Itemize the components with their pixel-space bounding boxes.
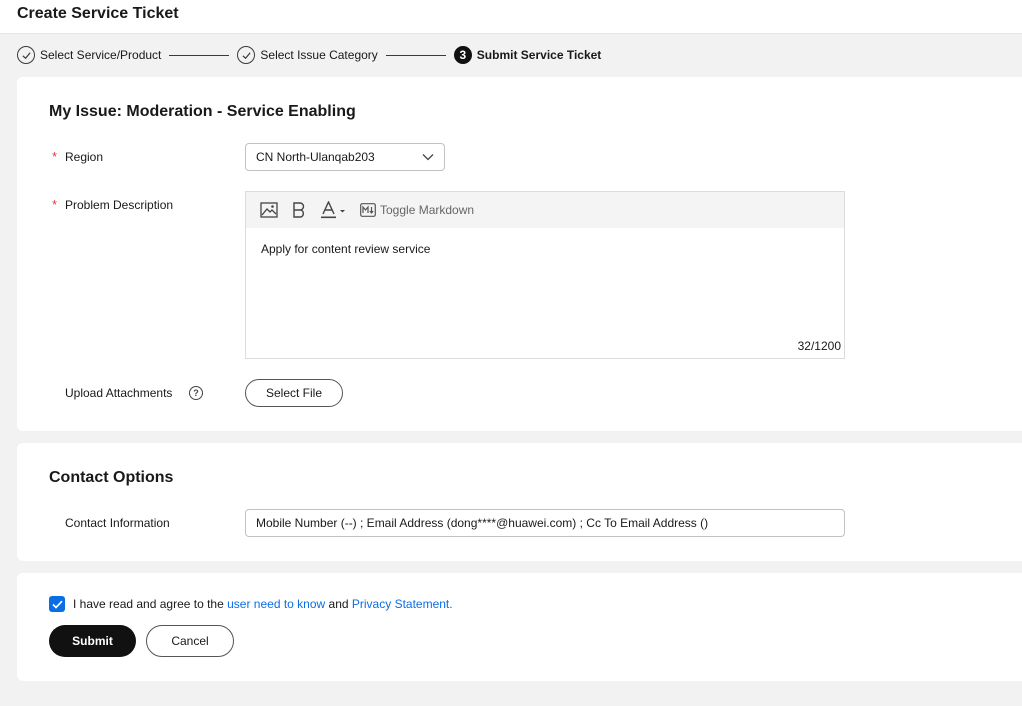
stepper: Select Service/Product Select Issue Cate… bbox=[17, 44, 601, 66]
issue-title: My Issue: Moderation - Service Enabling bbox=[49, 103, 356, 120]
agreement-text: I have read and agree to the user need t… bbox=[73, 597, 453, 611]
required-mark: * bbox=[52, 197, 58, 212]
contact-information-label: Contact Information bbox=[65, 516, 170, 530]
contact-information-field[interactable]: Mobile Number (--) ; Email Address (dong… bbox=[245, 509, 845, 537]
bold-icon[interactable] bbox=[292, 202, 306, 218]
region-value: CN North-Ulanqab203 bbox=[256, 150, 375, 164]
required-mark: * bbox=[52, 149, 58, 164]
region-label: Region bbox=[65, 150, 104, 164]
agreement-prefix: I have read and agree to the bbox=[73, 597, 228, 611]
step-label: Select Issue Category bbox=[260, 48, 378, 62]
image-icon[interactable] bbox=[260, 202, 278, 218]
description-text[interactable]: Apply for content review service bbox=[261, 242, 430, 256]
region-select[interactable]: CN North-Ulanqab203 bbox=[245, 143, 445, 171]
agree-checkbox[interactable] bbox=[49, 596, 65, 612]
step-select-service[interactable]: Select Service/Product bbox=[17, 46, 161, 64]
contact-title: Contact Options bbox=[49, 469, 174, 486]
problem-description-label: Problem Description bbox=[65, 198, 174, 212]
contact-card: Contact Options Contact Information Mobi… bbox=[17, 443, 1022, 561]
toggle-markdown-label: Toggle Markdown bbox=[380, 203, 475, 217]
step-connector bbox=[385, 54, 446, 56]
description-editor: Toggle Markdown Apply for content review… bbox=[245, 191, 845, 359]
issue-card: My Issue: Moderation - Service Enabling … bbox=[17, 77, 1022, 431]
check-circle-icon bbox=[237, 46, 256, 64]
help-icon[interactable]: ? bbox=[189, 386, 203, 400]
step-label: Select Service/Product bbox=[40, 48, 162, 62]
step-connector bbox=[169, 54, 230, 56]
submit-card: I have read and agree to the user need t… bbox=[17, 573, 1022, 681]
markdown-icon bbox=[360, 203, 376, 217]
step-submit-ticket: 3 Submit Service Ticket bbox=[453, 46, 602, 64]
select-file-button[interactable]: Select File bbox=[245, 379, 343, 407]
privacy-statement-link[interactable]: Privacy Statement. bbox=[352, 597, 453, 611]
cancel-button[interactable]: Cancel bbox=[146, 625, 234, 657]
step-select-issue-category[interactable]: Select Issue Category bbox=[237, 46, 378, 64]
submit-button[interactable]: Submit bbox=[49, 625, 136, 657]
page-title: Create Service Ticket bbox=[17, 5, 179, 22]
editor-toolbar: Toggle Markdown bbox=[246, 192, 844, 228]
page-header: Create Service Ticket bbox=[0, 0, 1022, 34]
check-circle-icon bbox=[17, 46, 35, 64]
text-color-icon[interactable] bbox=[320, 201, 346, 219]
step-label: Submit Service Ticket bbox=[476, 48, 602, 62]
upload-attachments-label: Upload Attachments bbox=[65, 386, 173, 400]
checkmark-icon bbox=[51, 600, 63, 609]
step-number: 3 bbox=[453, 46, 472, 64]
user-need-to-know-link[interactable]: user need to know bbox=[227, 597, 325, 611]
agreement-middle: and bbox=[325, 597, 352, 611]
chevron-down-icon bbox=[422, 154, 434, 161]
char-counter: 32/1200 bbox=[797, 339, 841, 353]
toggle-markdown-button[interactable]: Toggle Markdown bbox=[360, 203, 474, 217]
